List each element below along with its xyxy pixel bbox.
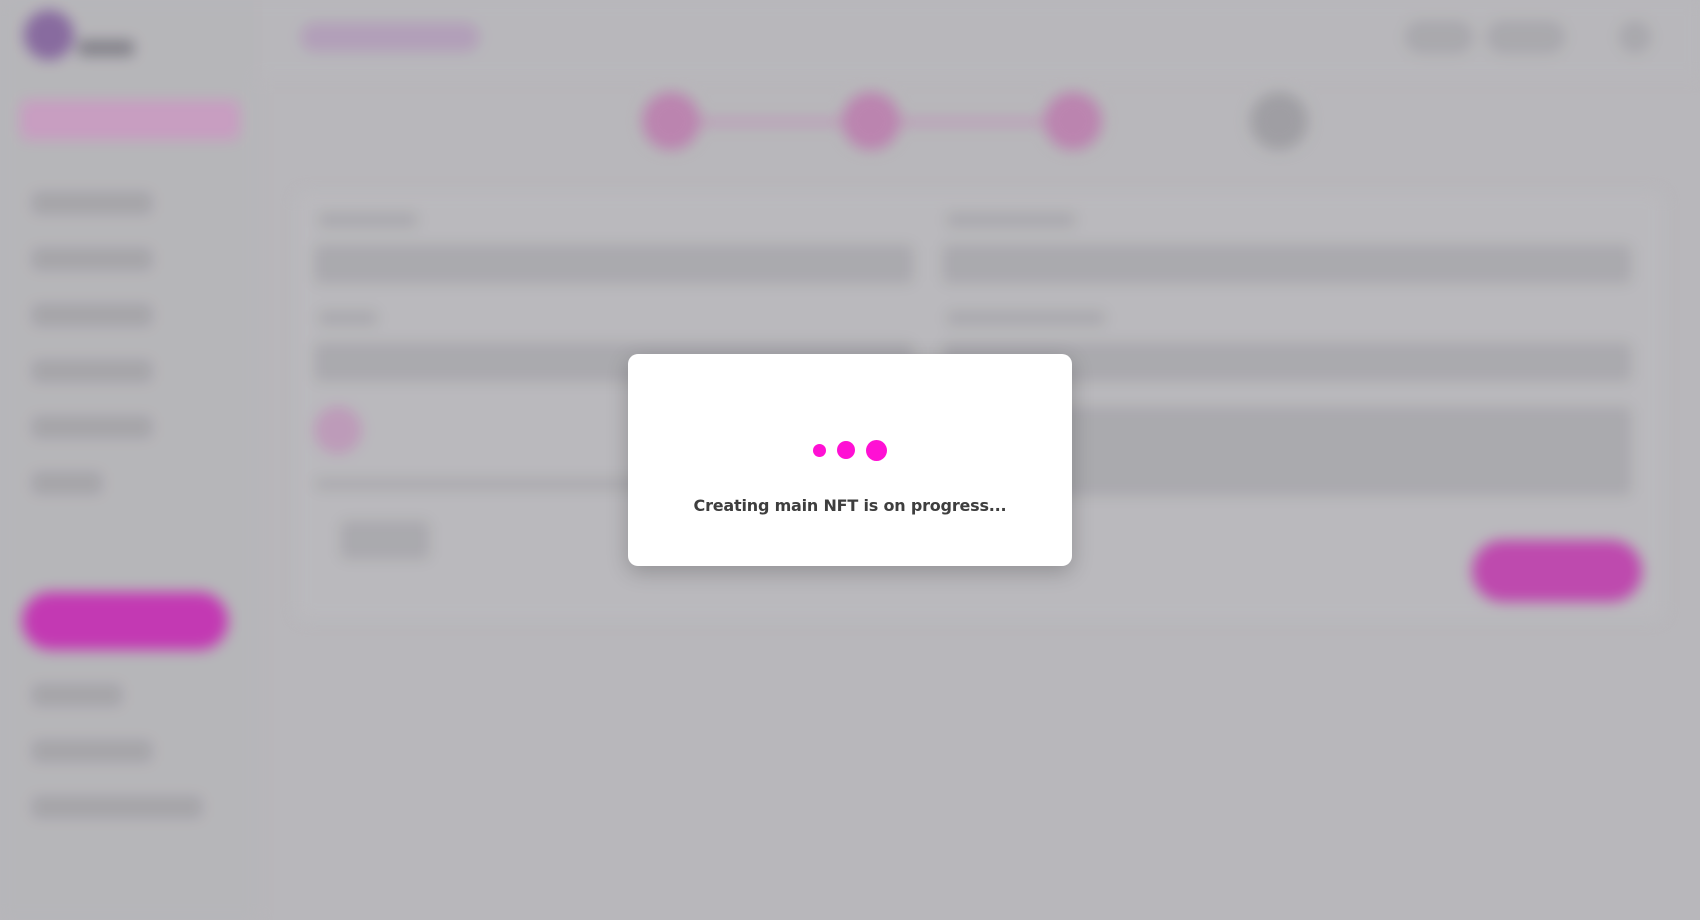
loader-dot <box>837 441 855 459</box>
progress-modal: Creating main NFT is on progress... <box>628 354 1072 566</box>
loader-dot <box>813 443 826 457</box>
loader-dot <box>866 439 887 461</box>
progress-message: Creating main NFT is on progress... <box>693 496 1007 515</box>
three-dot-loader-icon <box>628 438 1072 462</box>
